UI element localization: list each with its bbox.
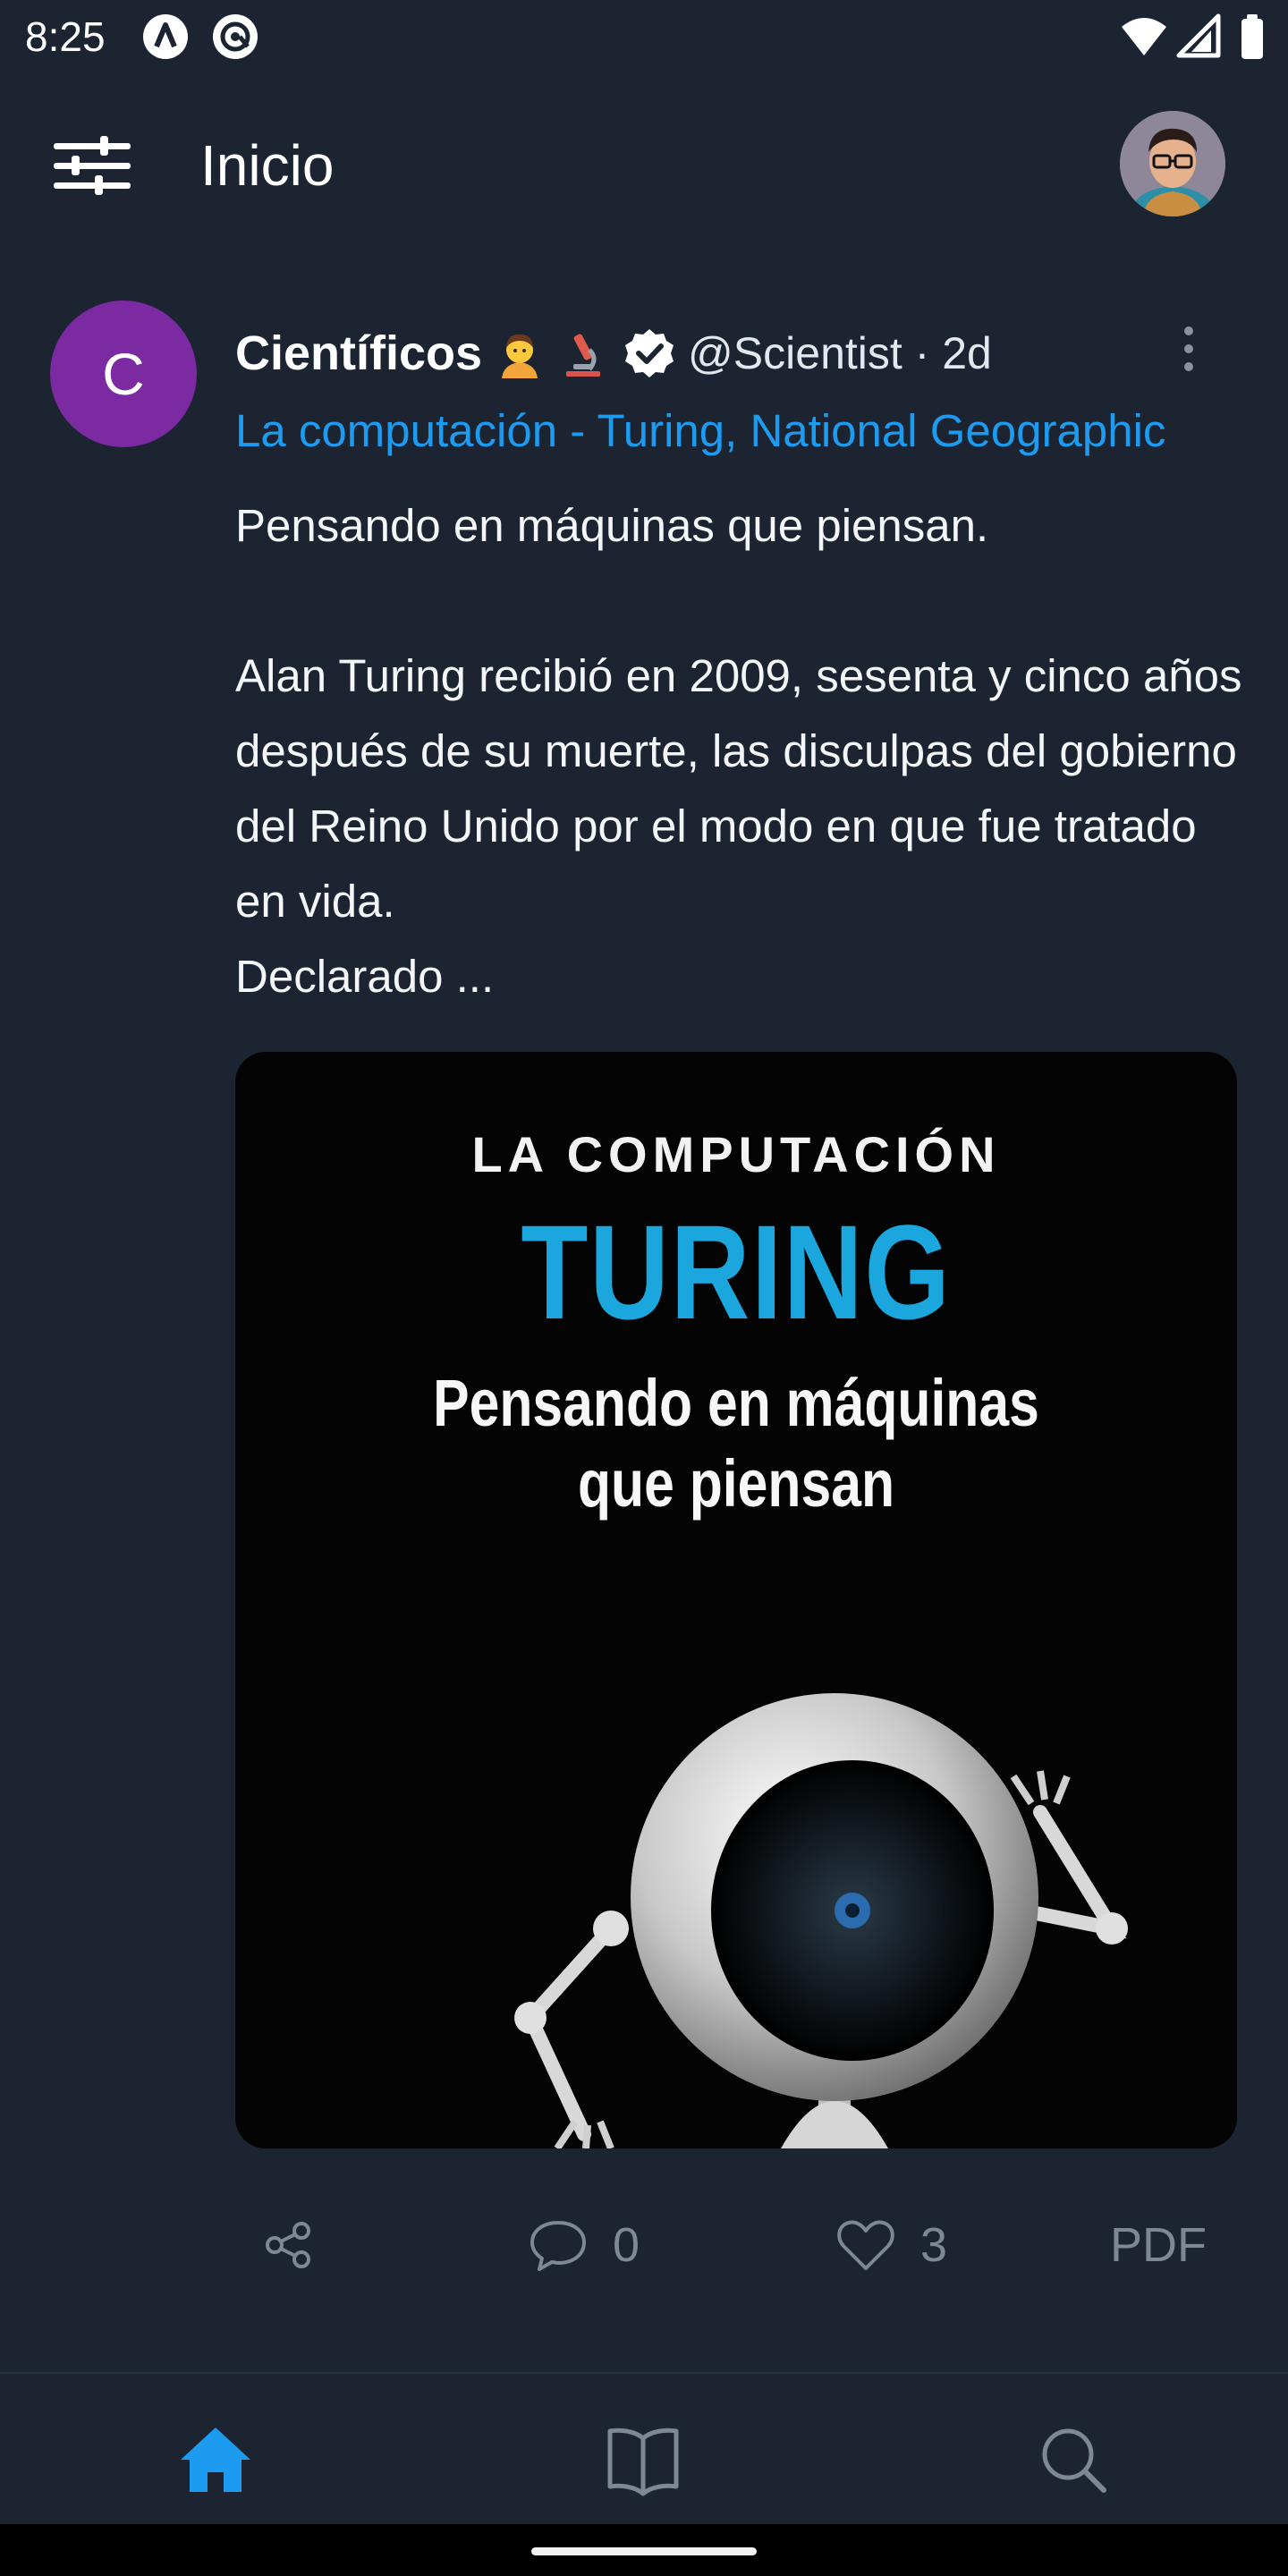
verified-badge-icon (625, 329, 674, 377)
gesture-area (0, 2524, 1288, 2576)
post-source-link[interactable]: La computación - Turing, National Geogra… (235, 404, 1165, 457)
author-name[interactable]: Científicos (235, 326, 482, 381)
like-count: 3 (920, 2218, 948, 2272)
cover-subtitle-line2: que piensan (577, 1446, 895, 1521)
author-handle: @Scientist · 2d (688, 328, 992, 378)
post-action-bar: 0 3 PDF (235, 2200, 1246, 2290)
post-image[interactable]: LA COMPUTACIÓN TURING Pensando en máquin… (235, 1052, 1237, 2148)
page-title: Inicio (200, 133, 335, 198)
more-options-icon[interactable] (1177, 324, 1200, 374)
post-body-text: Pensando en máquinas que piensan. Alan T… (235, 500, 1242, 1002)
home-gesture-bar[interactable] (531, 2547, 757, 2555)
cover-overline: LA COMPUTACIÓN (471, 1126, 1001, 1182)
microscope-emoji (566, 334, 601, 377)
post-author-avatar[interactable]: C (50, 301, 197, 447)
robot-illustration (514, 1693, 1128, 2148)
app-at-icon (213, 14, 258, 59)
comment-icon (530, 2221, 586, 2271)
signal-icon (1176, 13, 1221, 58)
pdf-button[interactable]: PDF (1110, 2200, 1207, 2290)
bottom-navigation (0, 2372, 1288, 2526)
status-time: 8:25 (25, 13, 106, 60)
status-bar: 8:25 (0, 0, 1288, 75)
pdf-label: PDF (1110, 2218, 1207, 2272)
share-icon (266, 2222, 310, 2268)
comment-count: 0 (613, 2218, 640, 2272)
post-author-line: Científicos @Scientist · 2d (235, 322, 992, 385)
book-icon[interactable] (603, 2419, 683, 2499)
cover-subtitle-line1: Pensando en máquinas (433, 1366, 1039, 1440)
cover-title: TURING (521, 1197, 952, 1347)
scientist-emoji (502, 334, 538, 378)
app-a-icon (143, 14, 188, 59)
heart-icon (837, 2220, 894, 2270)
sliders-icon[interactable] (54, 134, 131, 197)
like-button[interactable]: 3 (836, 2200, 947, 2290)
profile-avatar[interactable] (1120, 111, 1225, 216)
home-icon[interactable] (175, 2419, 256, 2499)
share-button[interactable] (262, 2200, 316, 2290)
comment-button[interactable]: 0 (529, 2200, 640, 2290)
wifi-icon (1122, 18, 1166, 55)
search-icon[interactable] (1032, 2419, 1113, 2499)
battery-icon (1241, 14, 1263, 59)
app-header: Inicio (0, 89, 1288, 242)
